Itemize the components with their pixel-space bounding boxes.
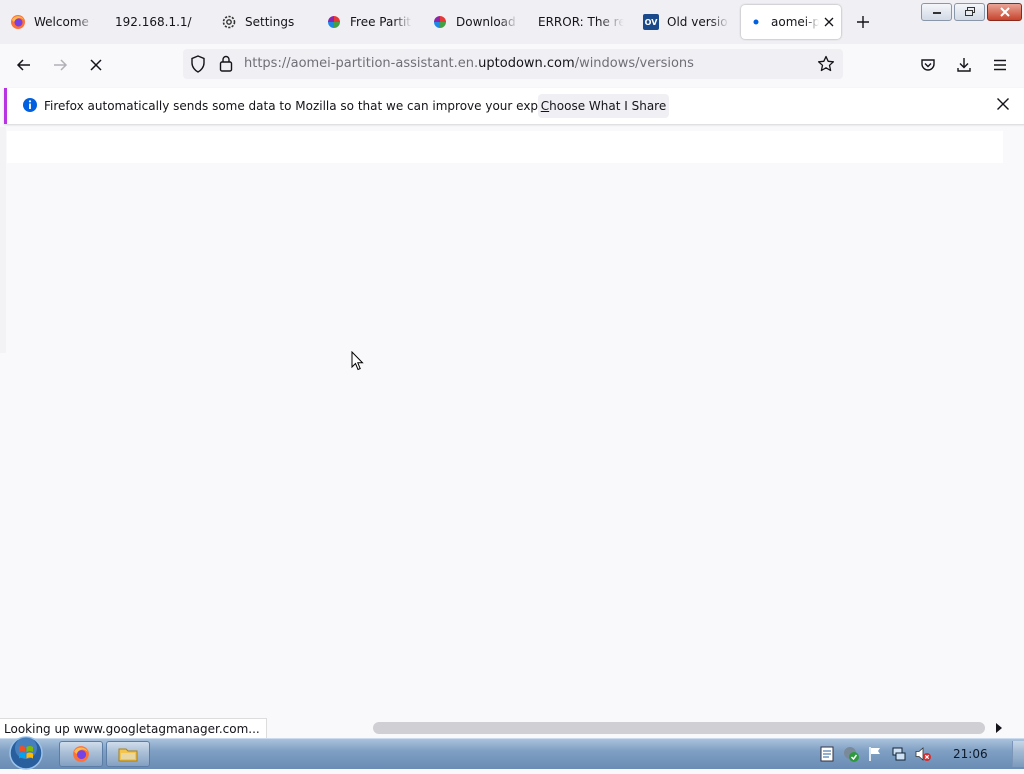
navigation-toolbar: https://aomei-partition-assistant.en.upt… bbox=[0, 44, 1024, 86]
tab-title: Settings bbox=[245, 15, 295, 29]
loading-dot-icon bbox=[751, 14, 761, 30]
tab-router[interactable]: 192.168.1.1/ bbox=[115, 5, 205, 39]
tab-title: Free Partitio bbox=[350, 15, 412, 29]
close-icon bbox=[999, 7, 1010, 17]
stop-button[interactable] bbox=[84, 53, 108, 77]
aomei-icon bbox=[432, 14, 448, 30]
tab-welcome[interactable]: Welcome to bbox=[10, 5, 94, 39]
status-bar: Looking up www.googletagmanager.com... bbox=[0, 718, 1024, 740]
tab-title: Old version bbox=[667, 15, 729, 29]
tab-title: Download F bbox=[456, 15, 518, 29]
forward-button[interactable] bbox=[48, 53, 72, 77]
folder-icon bbox=[118, 748, 138, 762]
minimize-icon bbox=[932, 12, 941, 14]
tab-strip: Welcome to 192.168.1.1/ Settings Free Pa… bbox=[0, 0, 1024, 44]
windows-logo-icon bbox=[9, 736, 43, 770]
button-accesskey: C bbox=[540, 99, 550, 113]
arrow-right-icon bbox=[54, 59, 68, 71]
arrow-left-icon bbox=[16, 59, 30, 71]
url-prefix: https://aomei-partition-assistant.en. bbox=[244, 56, 479, 71]
page-header-placeholder bbox=[7, 131, 1003, 163]
close-window-button[interactable] bbox=[987, 3, 1022, 21]
button-label: hoose What I Share bbox=[549, 99, 667, 113]
mouse-cursor-icon bbox=[351, 351, 364, 371]
stop-icon bbox=[90, 59, 102, 71]
horizontal-scrollbar-thumb[interactable] bbox=[373, 722, 985, 734]
restore-icon bbox=[964, 7, 975, 16]
window-controls bbox=[921, 3, 1022, 21]
tab-settings[interactable]: Settings bbox=[221, 5, 311, 39]
lock-icon[interactable] bbox=[219, 55, 233, 75]
tab-title: Welcome to bbox=[34, 15, 94, 29]
pocket-button[interactable] bbox=[916, 53, 940, 77]
minimize-button[interactable] bbox=[921, 3, 952, 21]
data-collection-notification: Firefox automatically sends some data to… bbox=[4, 88, 1024, 124]
hamburger-menu-icon bbox=[994, 59, 1006, 71]
plus-icon bbox=[857, 16, 869, 28]
new-tab-button[interactable] bbox=[852, 11, 874, 33]
url-domain: uptodown.com bbox=[478, 56, 575, 71]
left-edge-strip bbox=[0, 127, 6, 353]
document-tray-icon[interactable] bbox=[818, 745, 836, 763]
back-button[interactable] bbox=[12, 53, 36, 77]
tracking-protection-icon[interactable] bbox=[190, 55, 206, 76]
close-tab-icon[interactable] bbox=[823, 16, 835, 28]
volume-muted-icon[interactable] bbox=[914, 745, 932, 763]
page-content[interactable] bbox=[0, 127, 1024, 718]
download-icon bbox=[957, 58, 971, 72]
taskbar-explorer[interactable] bbox=[106, 741, 150, 767]
restore-button[interactable] bbox=[954, 3, 985, 21]
system-tray bbox=[818, 744, 932, 764]
security-tray-icon[interactable] bbox=[842, 745, 860, 763]
tab-error[interactable]: ERROR: The req bbox=[538, 5, 624, 39]
url-path: /windows/versions bbox=[574, 56, 694, 71]
action-center-flag-icon[interactable] bbox=[866, 745, 884, 763]
aomei-icon bbox=[326, 14, 342, 30]
notification-message: Firefox automatically sends some data to… bbox=[44, 99, 587, 113]
bookmark-star-icon[interactable] bbox=[817, 55, 835, 76]
info-icon bbox=[22, 97, 38, 116]
tab-title: ERROR: The req bbox=[538, 15, 624, 29]
gear-icon bbox=[221, 14, 237, 30]
start-button[interactable] bbox=[4, 735, 44, 771]
scroll-right-arrow-icon[interactable] bbox=[993, 721, 1005, 735]
taskbar-firefox[interactable] bbox=[59, 741, 103, 767]
firefox-icon bbox=[10, 14, 26, 30]
ov-icon: OV bbox=[643, 14, 659, 30]
menu-button[interactable] bbox=[988, 53, 1012, 77]
tab-old-version[interactable]: OV Old version bbox=[643, 5, 729, 39]
tab-title: 192.168.1.1/ bbox=[115, 15, 192, 29]
tab-download[interactable]: Download F bbox=[432, 5, 518, 39]
windows-taskbar: 21:06 bbox=[0, 735, 1024, 771]
tab-aomei-active[interactable]: aomei-pa bbox=[741, 5, 841, 39]
pocket-icon bbox=[921, 59, 935, 71]
taskbar-clock[interactable]: 21:06 bbox=[953, 747, 988, 761]
url-text[interactable]: https://aomei-partition-assistant.en.upt… bbox=[244, 56, 694, 71]
close-notification-icon[interactable] bbox=[996, 97, 1010, 114]
choose-what-i-share-button[interactable]: Choose What I Share bbox=[538, 94, 669, 118]
tab-title: aomei-pa bbox=[771, 15, 819, 29]
show-desktop-button[interactable] bbox=[1012, 741, 1024, 767]
downloads-button[interactable] bbox=[952, 53, 976, 77]
firefox-icon bbox=[73, 746, 89, 762]
network-tray-icon[interactable] bbox=[890, 745, 908, 763]
address-bar[interactable]: https://aomei-partition-assistant.en.upt… bbox=[183, 49, 843, 79]
tab-free-partition[interactable]: Free Partitio bbox=[326, 5, 412, 39]
